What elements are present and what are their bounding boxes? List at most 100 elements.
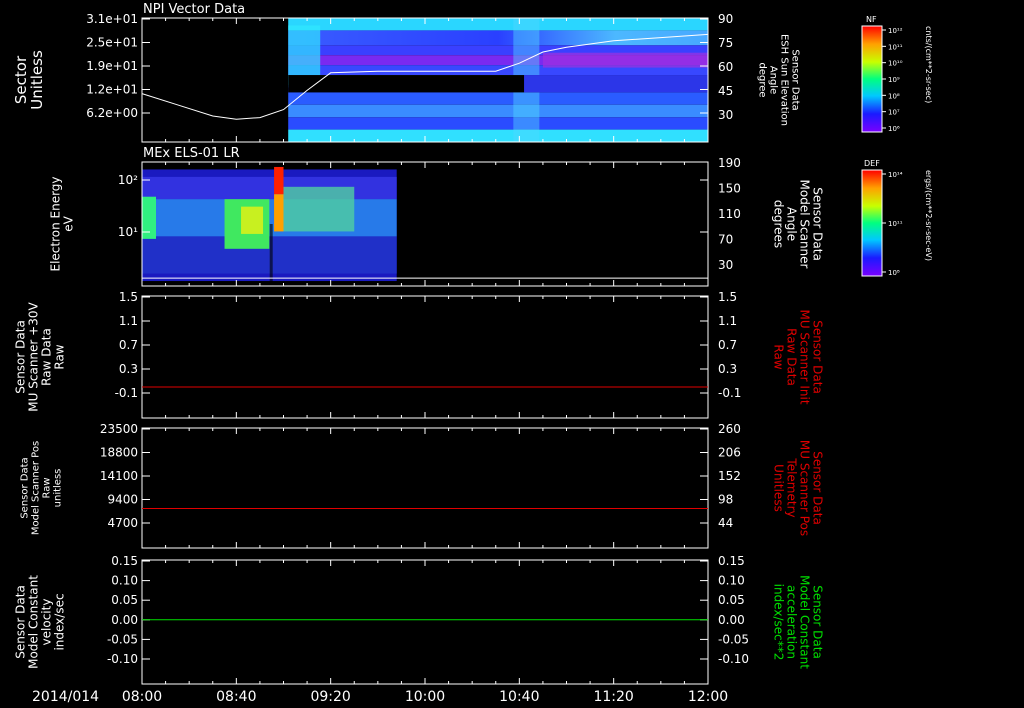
right-axis-title-line: MU Scanner Pos: [798, 440, 812, 536]
npi-band: [288, 117, 708, 130]
npi-gap-fill: [524, 75, 708, 93]
npi-band: [288, 104, 708, 118]
date-label: 2014/014: [32, 689, 99, 705]
time-tick-label: 08:00: [122, 689, 162, 705]
right-tick-label: 75: [718, 36, 733, 50]
right-axis-title-line: Model Scanner: [798, 180, 812, 269]
right-tick-label: 70: [718, 233, 733, 247]
right-tick-label: 44: [718, 516, 733, 530]
right-axis-title: Sensor DataModel ScannerAngledegrees: [772, 180, 825, 269]
npi-band: [288, 129, 708, 142]
left-tick-label: 2.5e+01: [86, 36, 138, 50]
els-burst: [274, 166, 284, 195]
left-axis-title-line: Raw: [53, 344, 67, 369]
left-tick-label: 0.7: [119, 338, 138, 352]
els-post-burst: [283, 186, 355, 232]
els-gap-line: [269, 224, 273, 286]
right-tick-label: 0.00: [718, 613, 745, 627]
colorbar-tick-label: 10⁹: [888, 76, 900, 84]
left-tick-label: 0.3: [119, 362, 138, 376]
npi-spectrogram: [288, 18, 708, 142]
right-tick-label: 0.05: [718, 593, 745, 607]
colorbar-tick-label: 10¹¹: [888, 220, 903, 228]
panel-frame: [141, 427, 709, 549]
right-tick-label: 0.3: [718, 362, 737, 376]
left-tick-label: 23500: [100, 422, 138, 436]
right-axis-title-line: Sensor Data: [811, 451, 825, 525]
left-tick-label: -0.10: [107, 652, 138, 666]
colorbar-tick-label: 10¹⁰: [888, 60, 903, 68]
right-tick-label: 260: [718, 422, 741, 436]
nf-colorbar: NF 10¹² 10¹¹ 10¹⁰ 10⁹ 10⁸ 10⁷ 10⁶ cnts/(cm**2-…: [861, 15, 933, 133]
def-colorbar-unit: ergs/(cm**2-sr-sec-eV): [924, 170, 933, 261]
right-tick-label: 98: [718, 493, 733, 507]
right-axis-title-line: degree: [757, 62, 768, 97]
multi-panel-plot: NPI Vector Data MEx ELS-01 LR 3.1e+01 2.5…: [12, 2, 933, 705]
time-tick-label: 09:20: [310, 689, 350, 705]
left-tick-label: 1.9e+01: [86, 59, 138, 73]
colorbar-tick-label: 10¹¹: [888, 43, 903, 51]
time-tick-label: 12:00: [688, 689, 728, 705]
right-axis-title: Sensor DataModel Constantaccelerationind…: [772, 575, 825, 669]
right-axis-title-line: acceleration: [785, 585, 799, 659]
right-tick-label: -0.10: [718, 652, 749, 666]
left-axis-title-line: eV: [62, 215, 76, 231]
right-tick-label: -0.05: [718, 632, 749, 646]
els-yellow-patch: [241, 206, 264, 234]
def-colorbar: DEF 10¹⁴ 10¹¹ 10⁸ ergs/(cm**2-sr-sec-eV): [861, 159, 933, 277]
colorbar-tick-label: 10⁸: [888, 269, 900, 277]
left-axis-title-line: Model Scanner Pos: [31, 441, 42, 535]
els-spectrogram: [142, 166, 397, 286]
time-tick-labels: 08:00 08:40 09:20 10:00 10:40 11:20 12:00: [122, 689, 728, 705]
right-axis-title-line: degrees: [772, 200, 786, 248]
right-tick-label: 1.5: [718, 290, 737, 304]
left-tick-label: 4700: [107, 516, 138, 530]
npi-band: [288, 30, 708, 46]
right-tick-label: 150: [718, 182, 741, 196]
def-colorbar-ticks: 10¹⁴ 10¹¹ 10⁸: [882, 171, 903, 277]
right-tick-label: 1.1: [718, 314, 737, 328]
panel2-title: MEx ELS-01 LR: [143, 146, 240, 161]
right-axis-title-line: Angle: [785, 207, 799, 241]
def-colorbar-swatch: [861, 169, 883, 277]
left-axis-title-line: Sensor Data: [20, 457, 31, 518]
left-axis-title: SectorUnitless: [12, 50, 46, 110]
right-tick-label: 206: [718, 446, 741, 460]
time-tick-label: 11:20: [593, 689, 633, 705]
left-axis-title-line: Unitless: [28, 50, 46, 110]
left-tick-label: 6.2e+00: [86, 106, 138, 120]
colorbar-tick-label: 10¹²: [888, 27, 903, 35]
right-axis-title: Sensor DataMU Scanner PosTelemetryUnitle…: [772, 440, 825, 536]
left-tick-label: 0.10: [111, 574, 138, 588]
right-axis-title-line: Unitless: [772, 464, 786, 512]
left-tick-label: 1.1: [119, 314, 138, 328]
left-axis-title-line: Raw Data: [40, 328, 54, 386]
time-tick-label: 10:00: [405, 689, 445, 705]
right-axis-title-line: ESH Sun Elevation: [779, 34, 790, 126]
right-tick-label: 30: [718, 108, 733, 122]
left-axis-title: Sensor Data MU Scanner +30V Raw Data Raw: [14, 302, 67, 412]
left-tick-label: 18800: [100, 446, 138, 460]
left-tick-label: 10¹: [118, 225, 138, 239]
left-tick-label: 0.15: [111, 554, 138, 568]
npi-band: [288, 18, 708, 31]
npi-purple-band: [542, 52, 708, 68]
nf-colorbar-ticks: 10¹² 10¹¹ 10¹⁰ 10⁹ 10⁸ 10⁷ 10⁶: [882, 27, 903, 133]
colorbar-tick-label: 10⁶: [888, 125, 900, 133]
right-axis-title-line: MU Scanner Init: [798, 309, 812, 404]
left-tick-label: 1.2e+01: [86, 83, 138, 97]
def-colorbar-title: DEF: [864, 159, 880, 168]
nf-colorbar-unit: cnts/(cm**2-sr-sec): [924, 26, 933, 103]
colorbar-tick-label: 10⁸: [888, 92, 900, 100]
left-tick-label: 9400: [107, 493, 138, 507]
left-axis-title: Sensor Data Model Scanner Pos Raw unitless: [20, 441, 64, 535]
left-tick-label: 1.5: [119, 290, 138, 304]
left-axis-title-line: MU Scanner +30V: [27, 302, 41, 412]
els-high-energy: [142, 176, 397, 200]
right-tick-label: 0.15: [718, 554, 745, 568]
right-axis-title-line: Sensor Data: [811, 187, 825, 261]
colorbar-tick-label: 10¹⁴: [888, 171, 903, 179]
panel1-title: NPI Vector Data: [143, 2, 245, 17]
right-tick-label: 152: [718, 469, 741, 483]
right-tick-label: 110: [718, 207, 741, 221]
